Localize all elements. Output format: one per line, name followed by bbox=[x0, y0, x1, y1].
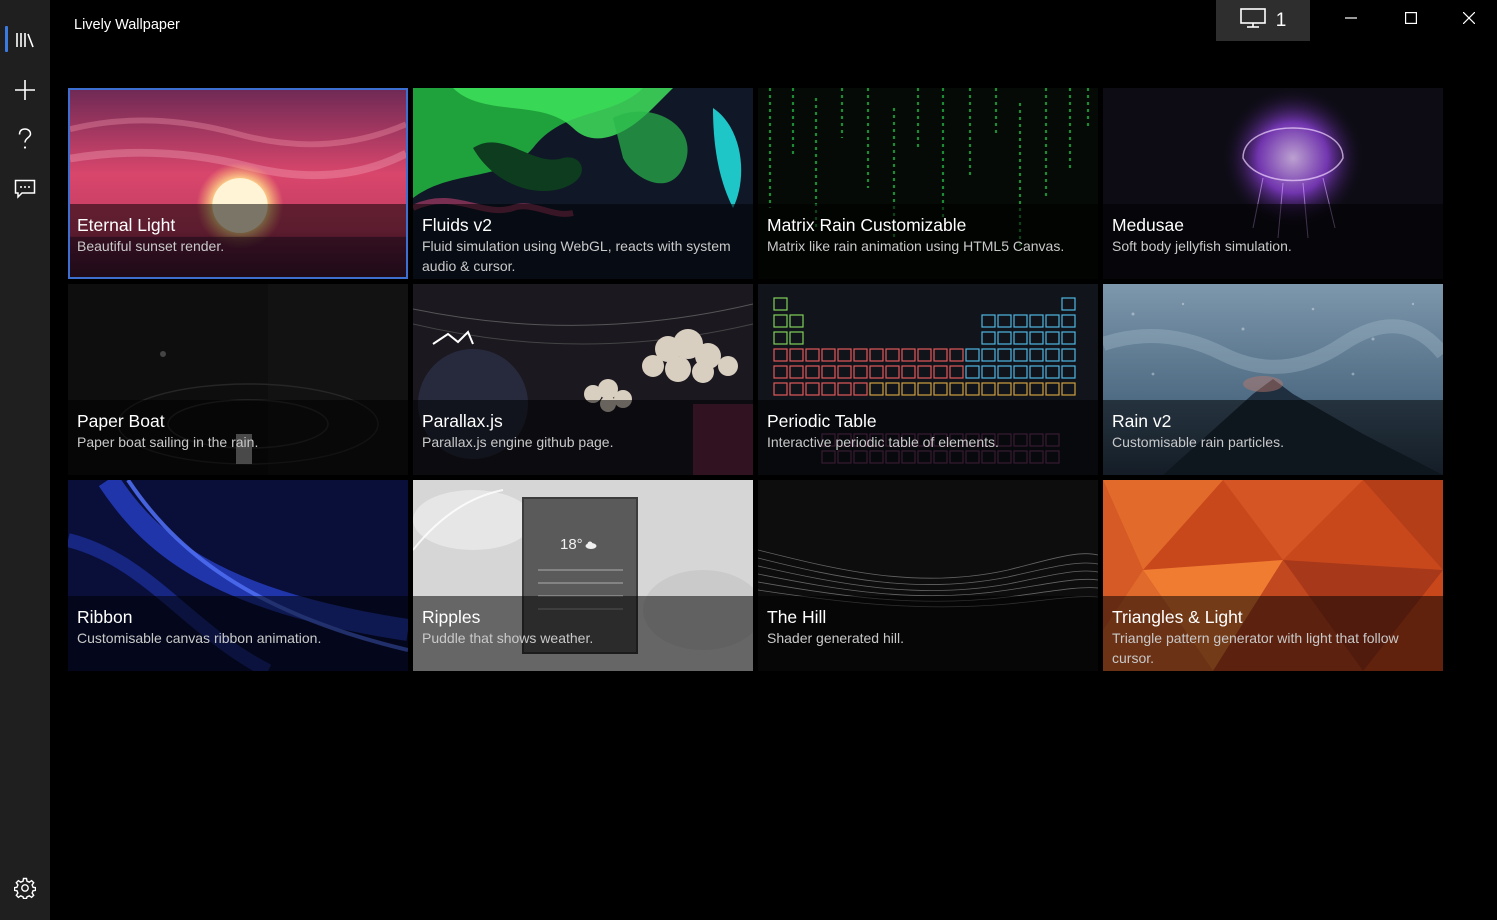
tile-caption: Eternal Light Beautiful sunset render. bbox=[70, 204, 406, 277]
tile-caption: Rain v2 Customisable rain particles. bbox=[1103, 400, 1443, 475]
wallpaper-tile-fluids-v2[interactable]: Fluids v2 Fluid simulation using WebGL, … bbox=[413, 88, 753, 279]
tile-description: Triangle pattern generator with light th… bbox=[1112, 630, 1399, 666]
wallpaper-tile-medusae[interactable]: Medusae Soft body jellyfish simulation. bbox=[1103, 88, 1443, 279]
close-button[interactable] bbox=[1440, 0, 1497, 40]
sidebar-item-library[interactable] bbox=[0, 18, 50, 62]
tile-description: Beautiful sunset render. bbox=[77, 238, 225, 254]
tile-caption: Parallax.js Parallax.js engine github pa… bbox=[413, 400, 753, 475]
wallpaper-tile-paper-boat[interactable]: Paper Boat Paper boat sailing in the rai… bbox=[68, 284, 408, 475]
sidebar-item-add[interactable] bbox=[0, 68, 50, 112]
monitor-select-button[interactable]: 1 bbox=[1216, 0, 1310, 41]
cloud-icon bbox=[585, 541, 597, 549]
tile-description: Shader generated hill. bbox=[767, 630, 904, 646]
tile-caption: Periodic Table Interactive periodic tabl… bbox=[758, 400, 1098, 475]
tile-title: Matrix Rain Customizable bbox=[767, 215, 967, 235]
sidebar bbox=[0, 0, 50, 920]
maximize-button[interactable] bbox=[1382, 0, 1440, 40]
close-icon bbox=[1462, 11, 1476, 29]
tile-title: Rain v2 bbox=[1112, 411, 1172, 431]
tile-title: Parallax.js bbox=[422, 411, 503, 431]
minimize-button[interactable] bbox=[1322, 0, 1380, 40]
sidebar-item-feedback[interactable] bbox=[0, 167, 50, 211]
settings-button[interactable] bbox=[0, 866, 50, 910]
tile-title: The Hill bbox=[767, 607, 827, 627]
tile-caption: The Hill Shader generated hill. bbox=[758, 596, 1098, 671]
tile-description: Paper boat sailing in the rain. bbox=[77, 434, 259, 450]
tile-title: Periodic Table bbox=[767, 411, 877, 431]
tile-title: Medusae bbox=[1112, 215, 1184, 235]
plus-icon bbox=[14, 79, 36, 101]
feedback-icon bbox=[14, 179, 36, 199]
wallpaper-tile-eternal-light[interactable]: Eternal Light Beautiful sunset render. bbox=[68, 88, 408, 279]
tile-description: Puddle that shows weather. bbox=[422, 630, 594, 646]
tile-description: Customisable rain particles. bbox=[1112, 434, 1284, 450]
selection-indicator bbox=[5, 26, 8, 52]
tile-caption: Ripples Puddle that shows weather. bbox=[413, 596, 753, 671]
wallpaper-tile-triangles-light[interactable]: Triangles & Light Triangle pattern gener… bbox=[1103, 480, 1443, 671]
help-icon bbox=[17, 128, 33, 150]
tile-caption: Fluids v2 Fluid simulation using WebGL, … bbox=[413, 204, 753, 279]
wallpaper-tile-periodic-table[interactable]: Periodic Table Interactive periodic tabl… bbox=[758, 284, 1098, 475]
monitor-icon bbox=[1239, 7, 1266, 34]
tile-title: Fluids v2 bbox=[422, 215, 493, 235]
app-title: Lively Wallpaper bbox=[74, 17, 180, 33]
tile-caption: Paper Boat Paper boat sailing in the rai… bbox=[68, 400, 408, 475]
wallpaper-tile-parallax-js[interactable]: Parallax.js Parallax.js engine github pa… bbox=[413, 284, 753, 475]
tile-caption: Matrix Rain Customizable Matrix like rai… bbox=[758, 204, 1098, 279]
tile-description: Fluid simulation using WebGL, reacts wit… bbox=[422, 238, 731, 274]
maximize-icon bbox=[1405, 11, 1418, 29]
tile-title: Paper Boat bbox=[77, 411, 165, 431]
wallpaper-tile-the-hill[interactable]: The Hill Shader generated hill. bbox=[758, 480, 1098, 671]
tile-description: Soft body jellyfish simulation. bbox=[1112, 238, 1292, 254]
monitor-count: 1 bbox=[1275, 9, 1287, 31]
wallpaper-tile-ribbon[interactable]: Ribbon Customisable canvas ribbon animat… bbox=[68, 480, 408, 671]
minimize-icon bbox=[1345, 11, 1357, 29]
tile-description: Interactive periodic table of elements. bbox=[767, 434, 999, 450]
tile-caption: Ribbon Customisable canvas ribbon animat… bbox=[68, 596, 408, 671]
tile-caption: Triangles & Light Triangle pattern gener… bbox=[1103, 596, 1443, 671]
wallpaper-tile-ripples[interactable]: 18° Ripples Puddle that shows weather. bbox=[413, 480, 753, 671]
gear-icon bbox=[14, 877, 36, 899]
wallpaper-tile-matrix-rain[interactable]: Matrix Rain Customizable Matrix like rai… bbox=[758, 88, 1098, 279]
tile-title: Triangles & Light bbox=[1112, 607, 1243, 627]
sidebar-item-help[interactable] bbox=[0, 117, 50, 161]
tile-title: Ribbon bbox=[77, 607, 133, 627]
wallpaper-tile-rain-v2[interactable]: Rain v2 Customisable rain particles. bbox=[1103, 284, 1443, 475]
tile-caption: Medusae Soft body jellyfish simulation. bbox=[1103, 204, 1443, 279]
tile-description: Matrix like rain animation using HTML5 C… bbox=[767, 238, 1065, 254]
weather-temperature: 18° bbox=[560, 536, 583, 553]
tile-description: Parallax.js engine github page. bbox=[422, 434, 614, 450]
tile-title: Eternal Light bbox=[77, 215, 176, 235]
tile-title: Ripples bbox=[422, 607, 481, 627]
tile-description: Customisable canvas ribbon animation. bbox=[77, 630, 322, 646]
library-icon bbox=[14, 31, 36, 49]
